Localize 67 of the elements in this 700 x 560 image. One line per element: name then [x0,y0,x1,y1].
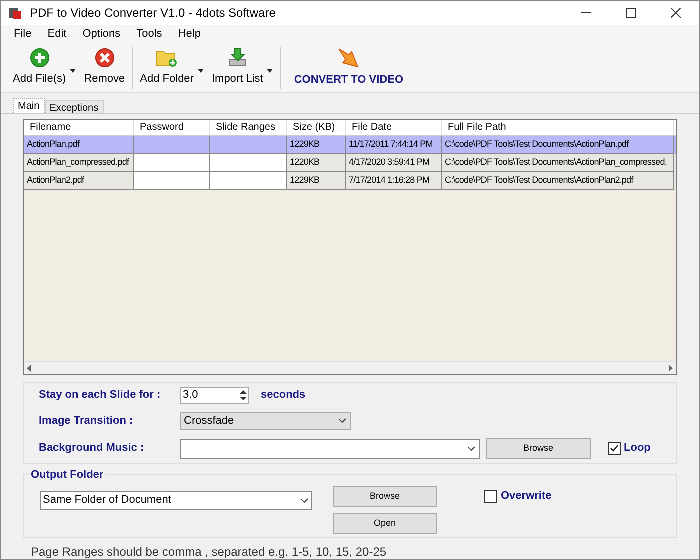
toolbar-button[interactable]: CONVERT TO VIDEO [284,46,414,88]
table-cell-text: ActionPlan.pdf [27,138,80,151]
toolbar-button[interactable]: Add File(s) [9,48,70,88]
duration-spinner[interactable]: 3.0 [180,387,249,404]
table-cell-text: C:\code\PDF Tools\Test Documents\ActionPlan.pdf [445,138,629,151]
import-icon [228,48,248,68]
table-cell-text: 1220KB [290,156,320,169]
table-cell-text: ActionPlan2.pdf [27,174,84,187]
table-cell-text: 4/17/2020 3:59:41 PM [349,156,430,169]
output-folder-title: Output Folder [30,467,105,484]
hint-text: Page Ranges should be comma , separated e.g. 1-5, 10, 15, 20-25 [31,544,388,559]
browse-button[interactable]: Browse [333,486,437,507]
music-label: Background Music : [39,441,146,456]
caret-icon[interactable] [198,68,204,72]
table-row[interactable]: ActionPlan_compressed.pdf 1220KB 4/17/2020 3:59:41 PM C:\code\PDF Tools\Test Documents\ActionPlan_compressed. [24,154,676,172]
chevron-down-icon [338,418,347,424]
table-cell-text: 7/17/2014 1:16:28 PM [349,174,430,187]
tab[interactable]: Exceptions [44,100,104,113]
close-icon [94,48,115,68]
chevron-down-icon [300,498,309,504]
table-cell-text: C:\code\PDF Tools\Test Documents\ActionPlan_compressed. [445,156,667,169]
table-cell-text: 11/17/2011 7:44:14 PM [349,138,433,151]
column-header[interactable]: Size (KB) [287,120,346,135]
output-folder-dropdown[interactable]: Same Folder of Document [40,491,312,510]
table-row[interactable]: ActionPlan2.pdf 1229KB 7/17/2014 1:16:28 PM C:\code\PDF Tools\Test Documents\ActionPlan2.pdf [24,172,676,190]
close-icon[interactable] [671,8,682,18]
tab[interactable]: Main [13,98,45,113]
table-cell-text: 1229KB [290,138,320,151]
menu-item[interactable]: Edit [40,26,75,42]
checkbox[interactable] [608,442,621,455]
caret-icon[interactable] [70,68,76,72]
caret-icon[interactable] [267,68,274,72]
table-row[interactable]: ActionPlan.pdf 1229KB 11/17/2011 7:44:14 PM C:\code\PDF Tools\Test Documents\ActionPlan.pdf [24,136,676,154]
column-header[interactable]: Slide Ranges [210,120,287,135]
menu-item[interactable]: Options [74,26,129,42]
table-cell-text: ActionPlan_compressed.pdf [27,156,130,169]
table-cell-text: C:\code\PDF Tools\Test Documents\ActionPlan2.pdf [445,174,634,187]
table-cell-text: 1229KB [290,174,320,187]
chevron-down-icon [467,446,476,452]
seconds-label: seconds [261,388,306,404]
scroll-right-icon[interactable] [668,364,673,372]
toolbar-button[interactable]: Add Folder [136,48,198,88]
plus-icon [30,48,50,68]
column-header[interactable]: Password [134,120,210,135]
column-header[interactable]: Full File Path [442,120,674,135]
loop-label: Loop [624,441,651,456]
transition-label: Image Transition : [39,414,134,429]
toolbar-button[interactable]: Import List [208,48,268,88]
duration-label: Stay on each Slide for : [39,388,162,404]
open-button[interactable]: Open [333,513,437,534]
transition-dropdown[interactable]: Crossfade [180,412,351,430]
window-title: PDF to Video Converter V1.0 - 4dots Software [30,5,276,22]
overwrite-label: Overwrite [501,490,552,503]
browse-button[interactable]: Browse [486,438,591,459]
column-header[interactable]: Filename [24,120,134,135]
checkbox[interactable] [484,490,497,503]
app-icon [8,6,22,20]
menu-item[interactable]: Help [170,26,209,42]
menu-item[interactable]: File [6,26,40,42]
menu-item[interactable]: Tools [128,26,170,42]
horizontal-scrollbar[interactable] [24,361,676,374]
column-header[interactable]: File Date [346,120,442,135]
toolbar-button[interactable]: Remove [80,48,130,88]
arrow-icon [336,46,361,69]
scroll-left-icon[interactable] [27,364,32,372]
spinner-arrows-icon[interactable] [239,389,248,402]
maximize-icon[interactable] [626,8,637,18]
